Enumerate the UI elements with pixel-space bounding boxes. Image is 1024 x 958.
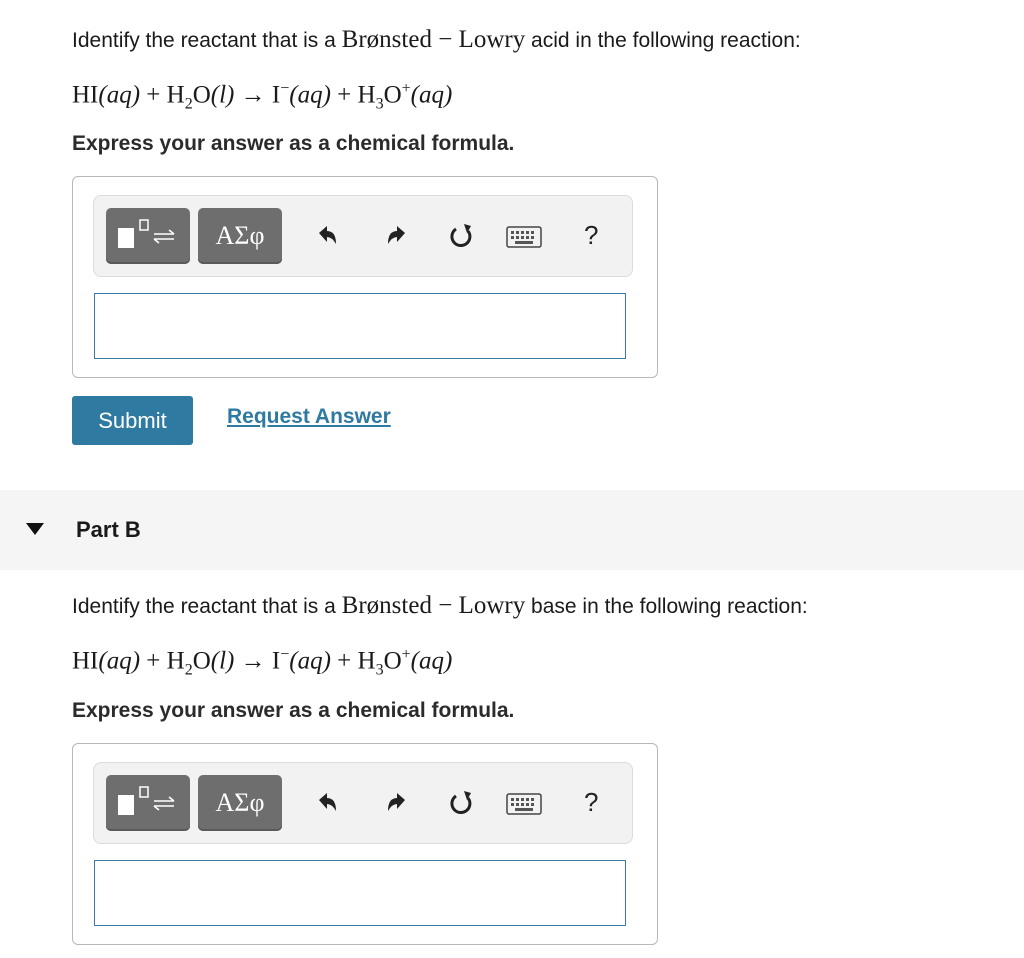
part-b-title: Part B [76, 517, 141, 542]
undo-icon[interactable] [314, 787, 340, 819]
question-line-b: Identify the reactant that is a Brønsted… [72, 592, 808, 620]
collapse-caret-icon[interactable] [26, 523, 44, 535]
part-b-header[interactable]: Part B [0, 490, 1024, 570]
help-button[interactable]: ? [584, 787, 598, 818]
reaction-equation-a: HI(aq) + H2O(l) → I−(aq) + H3O+(aq) [72, 80, 453, 113]
reaction-equation-b: HI(aq) + H2O(l) → I−(aq) + H3O+(aq) [72, 646, 453, 679]
answer-input-b[interactable] [94, 860, 626, 926]
undo-icon[interactable] [314, 220, 340, 252]
math-toolbar-b: ΑΣφ ? [93, 762, 633, 844]
reset-icon[interactable] [446, 787, 476, 819]
templates-button[interactable] [106, 208, 190, 264]
keyboard-icon[interactable] [506, 793, 542, 815]
question-suffix: acid in the following reaction: [531, 29, 801, 52]
greek-symbols-button[interactable]: ΑΣφ [198, 208, 282, 264]
greek-symbols-button[interactable]: ΑΣφ [198, 775, 282, 831]
question-term: Brønsted − Lowry [341, 26, 526, 53]
redo-icon[interactable] [384, 220, 410, 252]
submit-button[interactable]: Submit [72, 396, 193, 445]
keyboard-icon[interactable] [506, 226, 542, 248]
instruction-a: Express your answer as a chemical formul… [72, 132, 515, 155]
question-prefix: Identify the reactant that is a [72, 29, 336, 52]
answer-input-a[interactable] [94, 293, 626, 359]
reset-icon[interactable] [446, 220, 476, 252]
question-prefix: Identify the reactant that is a [72, 595, 336, 618]
request-answer-link[interactable]: Request Answer [227, 405, 391, 429]
question-term: Brønsted − Lowry [341, 592, 526, 619]
templates-icon [118, 786, 175, 815]
help-button[interactable]: ? [584, 220, 598, 251]
templates-button[interactable] [106, 775, 190, 831]
redo-icon[interactable] [384, 787, 410, 819]
question-suffix: base in the following reaction: [531, 595, 808, 618]
math-toolbar-a: ΑΣφ ? [93, 195, 633, 277]
templates-icon [118, 219, 175, 248]
answer-box-b: ΑΣφ ? [72, 743, 658, 945]
instruction-b: Express your answer as a chemical formul… [72, 699, 515, 722]
question-line-a: Identify the reactant that is a Brønsted… [72, 26, 801, 54]
answer-box-a: ΑΣφ ? [72, 176, 658, 378]
